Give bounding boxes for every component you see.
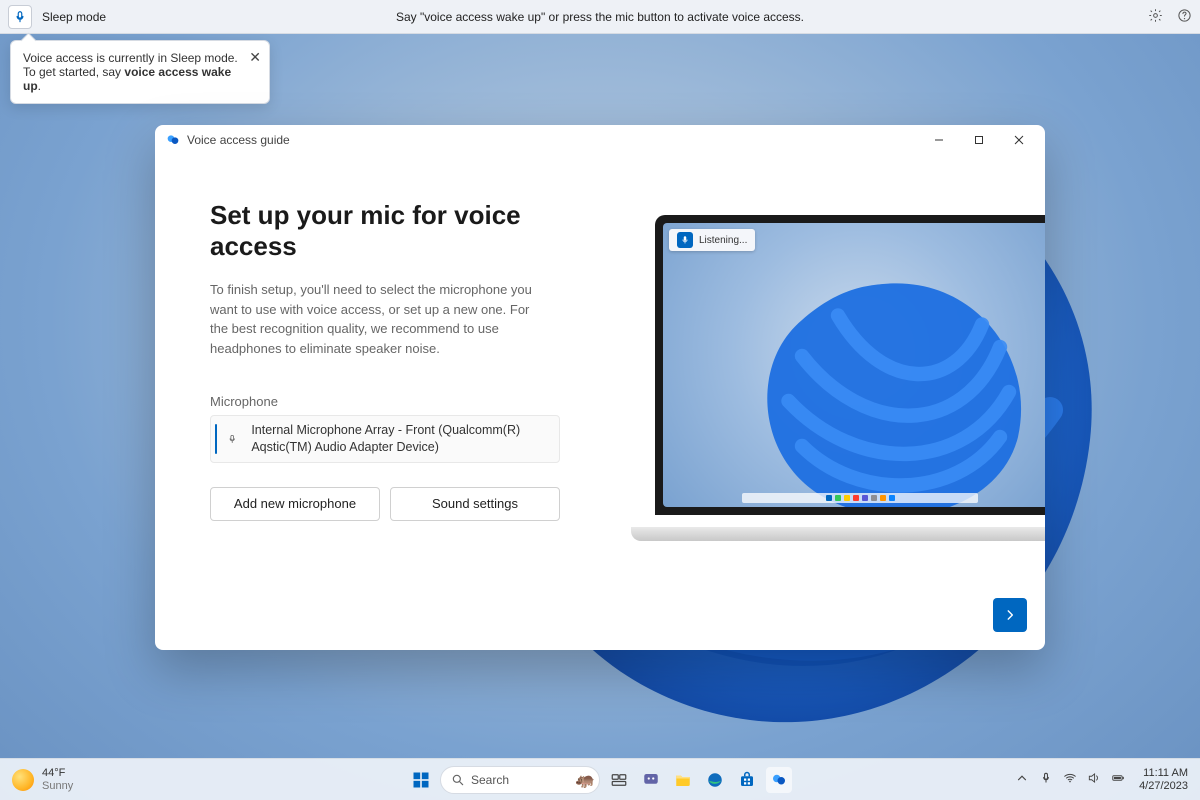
folder-icon bbox=[674, 771, 692, 789]
search-mascot-icon: 🦛 bbox=[575, 770, 595, 790]
speaker-icon bbox=[1087, 771, 1101, 785]
taskbar-app-chat[interactable] bbox=[638, 767, 664, 793]
task-view-button[interactable] bbox=[606, 767, 632, 793]
microphone-label: Microphone bbox=[210, 394, 563, 409]
topbar-hint: Say "voice access wake up" or press the … bbox=[0, 10, 1200, 24]
wifi-icon bbox=[1063, 771, 1077, 785]
tray-battery[interactable] bbox=[1111, 771, 1125, 788]
search-placeholder: Search bbox=[471, 773, 509, 787]
tooltip-tail: . bbox=[38, 79, 41, 93]
app-icon bbox=[165, 132, 181, 148]
battery-icon bbox=[1111, 771, 1125, 785]
search-icon bbox=[451, 773, 465, 787]
selected-accent bbox=[215, 424, 217, 454]
sleep-mode-tooltip: ✕ Voice access is currently in Sleep mod… bbox=[10, 40, 270, 104]
tray-volume[interactable] bbox=[1087, 771, 1101, 788]
task-view-icon bbox=[610, 771, 628, 789]
minimize-icon bbox=[934, 135, 944, 145]
chat-icon bbox=[642, 771, 660, 789]
clock-date: 4/27/2023 bbox=[1139, 780, 1188, 793]
clock-time: 11:11 AM bbox=[1143, 767, 1188, 780]
voice-access-topbar: Sleep mode Say "voice access wake up" or… bbox=[0, 0, 1200, 34]
window-close-button[interactable] bbox=[999, 126, 1039, 154]
maximize-icon bbox=[974, 135, 984, 145]
next-button[interactable] bbox=[993, 598, 1027, 632]
page-heading: Set up your mic for voice access bbox=[210, 200, 563, 262]
taskbar: 44°F Sunny Search 🦛 bbox=[0, 758, 1200, 800]
microphone-name: Internal Microphone Array - Front (Qualc… bbox=[251, 422, 549, 456]
close-icon bbox=[1014, 135, 1024, 145]
microphone-option[interactable]: Internal Microphone Array - Front (Qualc… bbox=[210, 415, 560, 463]
page-body-text: To finish setup, you'll need to select t… bbox=[210, 280, 550, 358]
taskbar-app-voice-access[interactable] bbox=[766, 767, 792, 793]
window-minimize-button[interactable] bbox=[919, 126, 959, 154]
chevron-right-icon bbox=[1003, 608, 1017, 622]
temperature: 44°F bbox=[42, 767, 73, 779]
tray-overflow-button[interactable] bbox=[1015, 771, 1029, 788]
voice-access-icon bbox=[770, 771, 788, 789]
tray-microphone[interactable] bbox=[1039, 771, 1053, 788]
edge-icon bbox=[706, 771, 724, 789]
illustration: Listening... bbox=[615, 205, 1045, 535]
taskbar-app-store[interactable] bbox=[734, 767, 760, 793]
microphone-icon bbox=[227, 434, 237, 444]
taskbar-app-edge[interactable] bbox=[702, 767, 728, 793]
sun-icon bbox=[12, 769, 34, 791]
taskbar-search[interactable]: Search 🦛 bbox=[440, 766, 600, 794]
store-icon bbox=[738, 771, 756, 789]
voice-access-guide-window: Voice access guide Set up your mic for v… bbox=[155, 125, 1045, 650]
weather-condition: Sunny bbox=[42, 780, 73, 792]
microphone-icon bbox=[1039, 771, 1053, 785]
taskbar-app-explorer[interactable] bbox=[670, 767, 696, 793]
window-title: Voice access guide bbox=[187, 133, 290, 147]
taskbar-clock[interactable]: 11:11 AM 4/27/2023 bbox=[1139, 767, 1188, 792]
start-button[interactable] bbox=[408, 767, 434, 793]
chevron-up-icon bbox=[1015, 771, 1029, 785]
window-titlebar[interactable]: Voice access guide bbox=[155, 125, 1045, 155]
add-microphone-button[interactable]: Add new microphone bbox=[210, 487, 380, 521]
window-maximize-button[interactable] bbox=[959, 126, 999, 154]
tooltip-close-button[interactable]: ✕ bbox=[249, 49, 261, 66]
weather-widget[interactable]: 44°F Sunny bbox=[12, 767, 73, 791]
windows-icon bbox=[411, 770, 431, 790]
sound-settings-button[interactable]: Sound settings bbox=[390, 487, 560, 521]
tray-wifi[interactable] bbox=[1063, 771, 1077, 788]
illustration-mic-icon bbox=[677, 232, 693, 248]
